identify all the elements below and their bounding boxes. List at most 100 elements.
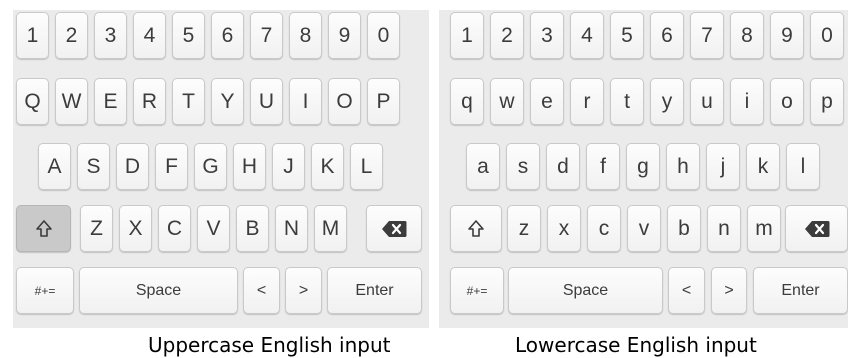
key-F[interactable]: F [155,143,188,190]
key-n[interactable]: n [707,205,741,252]
key-Z[interactable]: Z [80,205,113,252]
key-u[interactable]: u [690,78,724,125]
cursor-right-key[interactable]: > [711,267,747,314]
key-D[interactable]: D [116,143,149,190]
key-m[interactable]: m [747,205,781,252]
key-g[interactable]: g [626,143,660,190]
shift-key[interactable] [16,205,71,252]
key-i[interactable]: i [730,78,764,125]
key-p[interactable]: p [810,78,844,125]
key-3-label: 3 [104,24,117,47]
key-M[interactable]: M [314,205,347,252]
key-B[interactable]: B [236,205,269,252]
key-G[interactable]: G [194,143,227,190]
key-T[interactable]: T [172,78,205,125]
key-7[interactable]: 7 [250,12,283,59]
space-key[interactable]: Space [508,267,663,314]
key-R[interactable]: R [133,78,166,125]
key-1[interactable]: 1 [16,12,49,59]
key-7[interactable]: 7 [690,12,724,59]
enter-key[interactable]: Enter [753,267,848,314]
space-key[interactable]: Space [79,267,238,314]
key-Y[interactable]: Y [211,78,244,125]
key-t[interactable]: t [610,78,644,125]
key-h-label: h [677,155,689,178]
key-w[interactable]: w [490,78,524,125]
key-b[interactable]: b [667,205,701,252]
key-6[interactable]: 6 [211,12,244,59]
key-l[interactable]: l [786,143,820,190]
key-9-label: 9 [781,24,793,47]
key-h[interactable]: h [666,143,700,190]
symbols-key[interactable]: #+= [16,267,74,314]
key-k[interactable]: k [746,143,780,190]
key-2[interactable]: 2 [490,12,524,59]
key-2[interactable]: 2 [55,12,88,59]
key-3[interactable]: 3 [530,12,564,59]
key-0[interactable]: 0 [810,12,844,59]
key-5[interactable]: 5 [172,12,205,59]
key-L[interactable]: L [350,143,383,190]
key-O[interactable]: O [328,78,361,125]
key-I[interactable]: I [289,78,322,125]
key-t-label: t [624,90,630,113]
key-z[interactable]: z [507,205,541,252]
key-C[interactable]: C [158,205,191,252]
shift-key[interactable] [450,205,502,252]
key-x[interactable]: x [547,205,581,252]
shift-arrow-icon [35,219,53,239]
key-s[interactable]: s [506,143,540,190]
backspace-key[interactable] [785,205,848,252]
key-j[interactable]: j [706,143,740,190]
key-5[interactable]: 5 [610,12,644,59]
key-N-label: N [283,217,300,240]
key-u-label: u [701,90,713,113]
key-r[interactable]: r [570,78,604,125]
key-A[interactable]: A [38,143,71,190]
key-Q[interactable]: Q [16,78,49,125]
key-W[interactable]: W [55,78,88,125]
key-T-label: T [182,90,195,113]
key-c-label: c [598,217,610,240]
key-J[interactable]: J [272,143,305,190]
key-E[interactable]: E [94,78,127,125]
key-o[interactable]: o [770,78,804,125]
key-a[interactable]: a [466,143,500,190]
key-c[interactable]: c [587,205,621,252]
key-d[interactable]: d [546,143,580,190]
key-U[interactable]: U [250,78,283,125]
cursor-left-key[interactable]: < [243,267,280,314]
key-S[interactable]: S [77,143,110,190]
symbols-key[interactable]: #+= [450,267,504,314]
key-f[interactable]: f [586,143,620,190]
cursor-right-key[interactable]: > [285,267,322,314]
key-n-label: n [718,217,730,240]
key-1[interactable]: 1 [450,12,484,59]
enter-key[interactable]: Enter [327,267,422,314]
key-6-label: 6 [221,24,234,47]
key-v[interactable]: v [627,205,661,252]
key-9[interactable]: 9 [328,12,361,59]
key-X[interactable]: X [119,205,152,252]
cursor-left-key[interactable]: < [668,267,705,314]
key-N[interactable]: N [275,205,308,252]
key-6[interactable]: 6 [650,12,684,59]
key-8[interactable]: 8 [730,12,764,59]
key-V-label: V [206,217,221,240]
key-2-label: 2 [501,24,513,47]
backspace-key[interactable] [366,205,422,252]
key-q[interactable]: q [450,78,484,125]
key-p-label: p [821,90,833,113]
key-K[interactable]: K [311,143,344,190]
key-0[interactable]: 0 [367,12,400,59]
key-y[interactable]: y [650,78,684,125]
key-V[interactable]: V [197,205,230,252]
key-9[interactable]: 9 [770,12,804,59]
key-3[interactable]: 3 [94,12,127,59]
key-4[interactable]: 4 [570,12,604,59]
key-e[interactable]: e [530,78,564,125]
key-P[interactable]: P [367,78,400,125]
key-H[interactable]: H [233,143,266,190]
key-8[interactable]: 8 [289,12,322,59]
key-4[interactable]: 4 [133,12,166,59]
